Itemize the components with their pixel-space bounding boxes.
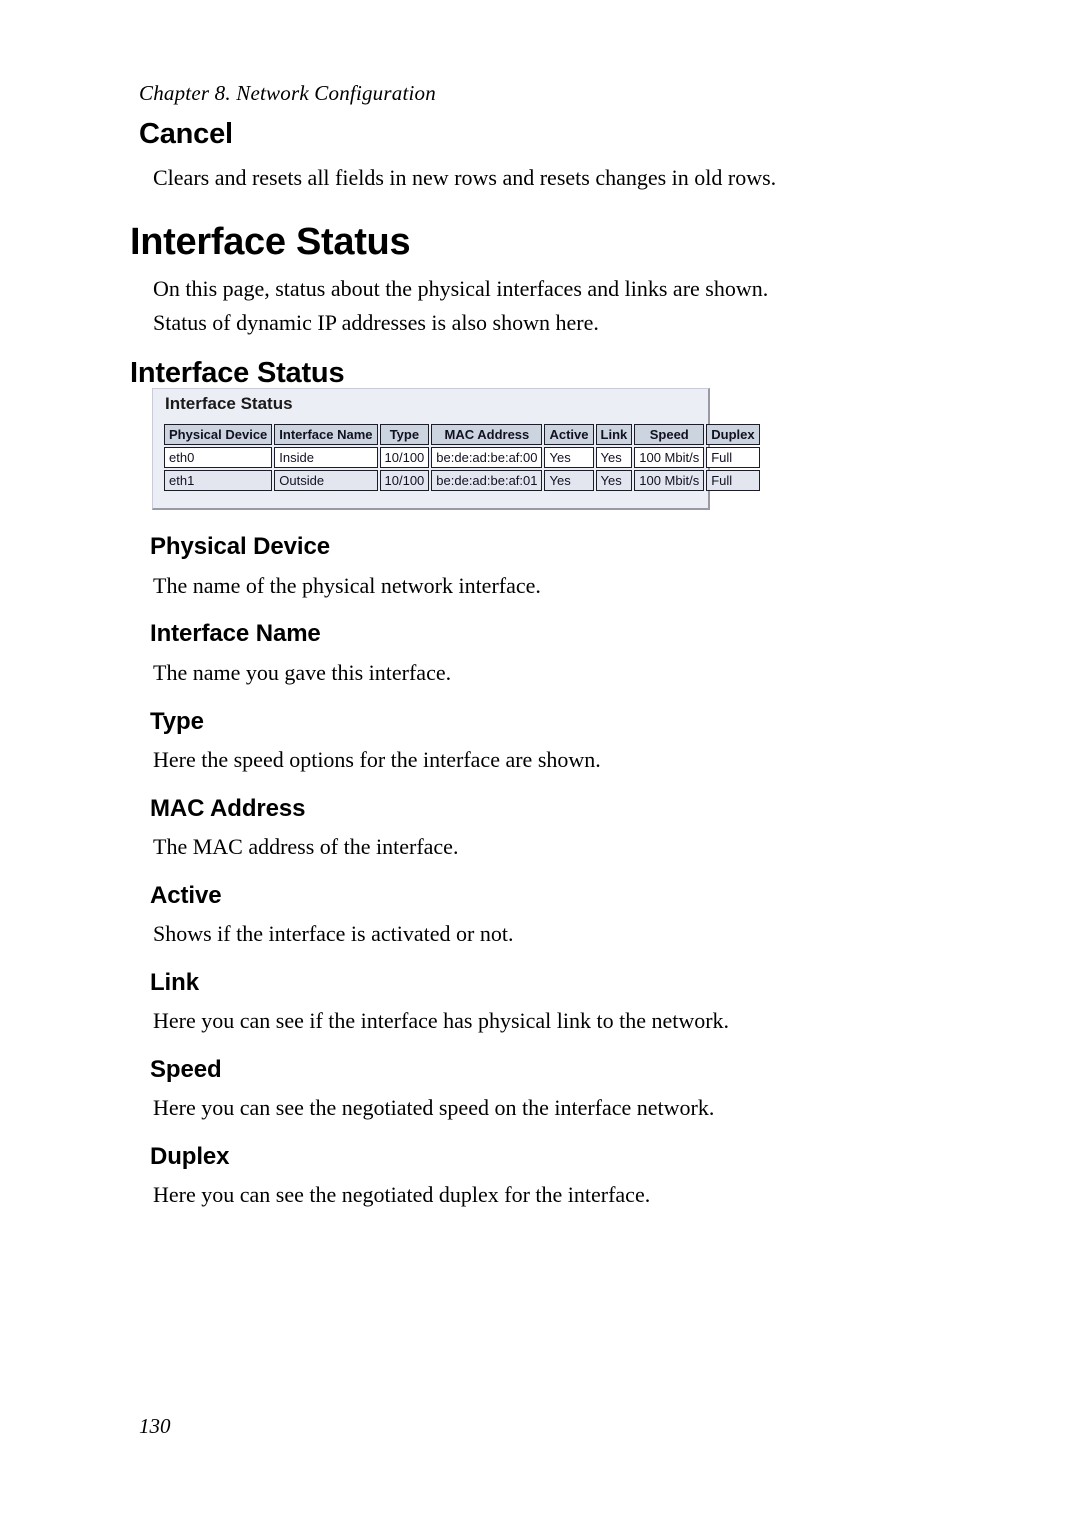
cell-interface-name: Outside (274, 470, 378, 491)
heading-speed: Speed (150, 1056, 222, 1083)
interface-status-table: Physical Device Interface Name Type MAC … (162, 422, 762, 493)
heading-duplex: Duplex (150, 1143, 230, 1170)
cell-link: Yes (595, 447, 633, 468)
heading-interface-name: Interface Name (150, 620, 321, 647)
cell-physical-device: eth1 (164, 470, 273, 491)
column-header-mac-address: MAC Address (431, 424, 543, 445)
heading-link: Link (150, 969, 199, 996)
interface-status-screenshot: Interface Status Physical Device Interfa… (152, 388, 760, 510)
column-header-type: Type (379, 424, 430, 445)
cell-type: 10/100 (379, 470, 430, 491)
paragraph-speed: Here you can see the negotiated speed on… (153, 1095, 715, 1120)
cell-type: 10/100 (379, 447, 430, 468)
heading-type: Type (150, 708, 204, 735)
column-header-speed: Speed (634, 424, 705, 445)
heading-active: Active (150, 882, 222, 909)
paragraph-physical-device: The name of the physical network interfa… (153, 573, 541, 598)
document-page: Chapter 8. Network Configuration Cancel … (0, 0, 1080, 1527)
cell-interface-name: Inside (274, 447, 378, 468)
column-header-physical-device: Physical Device (164, 424, 273, 445)
cell-duplex: Full (706, 447, 760, 468)
page-number: 130 (139, 1414, 171, 1438)
paragraph-interface-status-line1: On this page, status about the physical … (153, 276, 769, 301)
column-header-duplex: Duplex (706, 424, 760, 445)
cell-duplex: Full (706, 470, 760, 491)
paragraph-duplex: Here you can see the negotiated duplex f… (153, 1182, 651, 1207)
cell-active: Yes (544, 447, 594, 468)
heading-cancel: Cancel (139, 118, 233, 150)
heading-physical-device: Physical Device (150, 533, 330, 560)
cell-link: Yes (595, 470, 633, 491)
column-header-active: Active (544, 424, 594, 445)
paragraph-interface-name: The name you gave this interface. (153, 660, 452, 685)
running-head: Chapter 8. Network Configuration (139, 81, 436, 105)
subheading-interface-status: Interface Status (130, 357, 345, 389)
column-header-interface-name: Interface Name (274, 424, 378, 445)
table-row: eth1 Outside 10/100 be:de:ad:be:af:01 Ye… (164, 470, 760, 491)
cell-speed: 100 Mbit/s (634, 470, 705, 491)
screenshot-panel-title: Interface Status (165, 394, 293, 413)
paragraph-mac-address: The MAC address of the interface. (153, 834, 459, 859)
paragraph-interface-status-line2: Status of dynamic IP addresses is also s… (153, 310, 599, 335)
column-header-link: Link (595, 424, 633, 445)
cell-mac-address: be:de:ad:be:af:00 (431, 447, 543, 468)
paragraph-cancel: Clears and resets all fields in new rows… (153, 165, 777, 190)
paragraph-active: Shows if the interface is activated or n… (153, 921, 514, 946)
table-row: eth0 Inside 10/100 be:de:ad:be:af:00 Yes… (164, 447, 760, 468)
paragraph-type: Here the speed options for the interface… (153, 747, 601, 772)
paragraph-link: Here you can see if the interface has ph… (153, 1008, 730, 1033)
table-header-row: Physical Device Interface Name Type MAC … (164, 424, 760, 445)
cell-speed: 100 Mbit/s (634, 447, 705, 468)
cell-physical-device: eth0 (164, 447, 273, 468)
cell-mac-address: be:de:ad:be:af:01 (431, 470, 543, 491)
heading-interface-status: Interface Status (130, 221, 411, 263)
cell-active: Yes (544, 470, 594, 491)
heading-mac-address: MAC Address (150, 795, 306, 822)
